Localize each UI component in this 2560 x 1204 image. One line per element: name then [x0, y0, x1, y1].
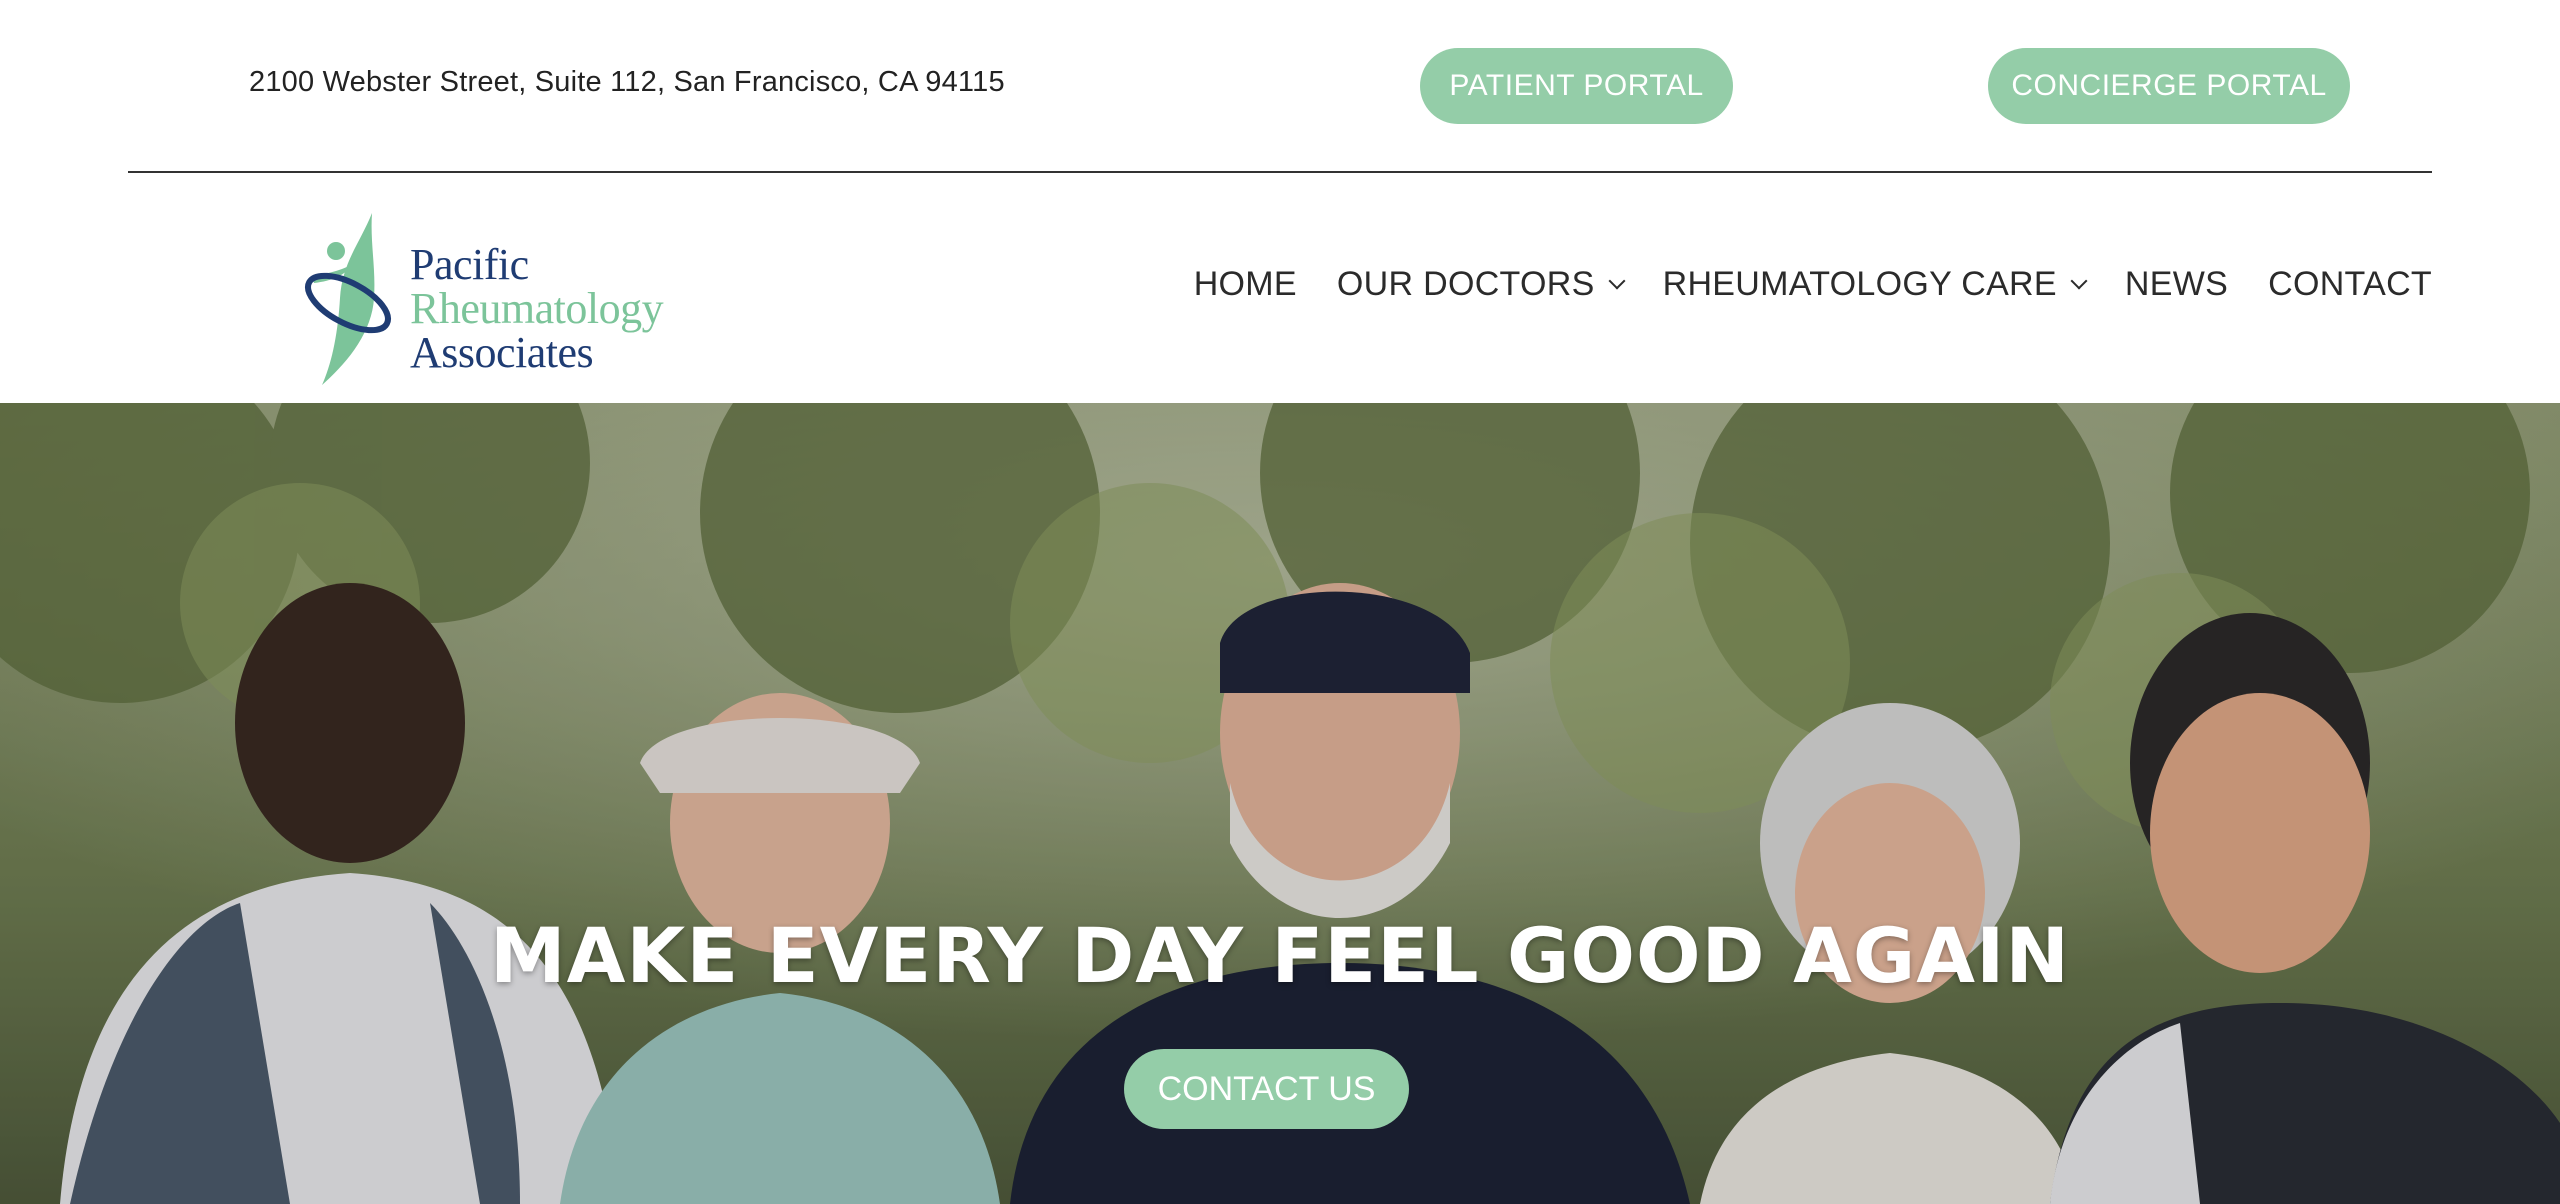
logo-figure-icon: [305, 213, 391, 385]
hero-section: MAKE EVERY DAY FEEL GOOD AGAIN CONTACT U…: [0, 403, 2560, 1204]
nav-item-label: NEWS: [2124, 265, 2229, 303]
nav-item-home[interactable]: HOME: [1194, 265, 1297, 304]
contact-us-button[interactable]: CONTACT US: [1124, 1049, 1409, 1129]
logo-line-3: Associates: [410, 328, 594, 377]
nav-item-label: CONTACT: [2268, 265, 2432, 303]
nav-item-rheumatology-care[interactable]: RHEUMATOLOGY CARE: [1662, 265, 2088, 304]
hero-title: MAKE EVERY DAY FEEL GOOD AGAIN: [489, 911, 2071, 1000]
logo-line-1: Pacific: [410, 240, 529, 289]
concierge-portal-button[interactable]: CONCIERGE PORTAL: [1988, 48, 2350, 124]
nav-item-label: OUR DOCTORS: [1336, 265, 1595, 303]
chevron-down-icon: [2070, 272, 2088, 289]
patient-portal-button[interactable]: PATIENT PORTAL: [1420, 48, 1733, 124]
nav-item-news[interactable]: NEWS: [2125, 265, 2228, 304]
nav-item-contact[interactable]: CONTACT: [2268, 265, 2432, 304]
chevron-down-icon: [1608, 272, 1626, 289]
logo-wordmark: Pacific Rheumatology Associates: [410, 240, 664, 377]
nav-item-label: HOME: [1193, 265, 1297, 303]
site-header: Pacific Rheumatology Associates HOME OUR…: [0, 173, 2560, 403]
top-bar: 2100 Webster Street, Suite 112, San Fran…: [0, 0, 2560, 173]
main-nav: HOME OUR DOCTORS RHEUMATOLOGY CARE NEWS …: [1194, 265, 2432, 304]
nav-item-our-doctors[interactable]: OUR DOCTORS: [1336, 265, 1626, 304]
logo-line-2: Rheumatology: [410, 284, 664, 333]
address-text: 2100 Webster Street, Suite 112, San Fran…: [249, 66, 1005, 98]
site-logo[interactable]: Pacific Rheumatology Associates: [302, 203, 672, 393]
nav-item-label: RHEUMATOLOGY CARE: [1662, 265, 2057, 303]
